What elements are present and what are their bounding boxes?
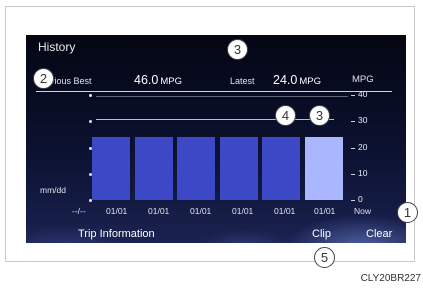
y-tick-label: 0 xyxy=(358,194,363,204)
history-bar xyxy=(92,136,130,200)
y-axis-unit: MPG xyxy=(352,74,374,85)
history-bar xyxy=(177,136,215,200)
latest-bar xyxy=(304,136,343,200)
y-tick-label: 10 xyxy=(358,167,368,178)
callout-2: 2 xyxy=(33,68,54,89)
y-tick-label: 40 xyxy=(358,89,368,99)
y-tick-mark xyxy=(351,95,355,96)
figure-caption: CLY20BR227 xyxy=(360,273,421,284)
x-tick-label: 01/01 xyxy=(274,206,296,216)
y-tick-mark xyxy=(351,173,355,175)
latest-value: 24.0 MPG xyxy=(273,73,321,87)
history-screen: History Previous Best 46.0 MPG Latest 24.… xyxy=(26,35,406,243)
screen-title: History xyxy=(38,40,76,54)
x-tick-label: 01/01 xyxy=(148,206,170,216)
x-tick-label: --/-- xyxy=(72,206,86,216)
x-tick-label: Now xyxy=(354,206,372,216)
guide-line xyxy=(96,119,334,121)
y-tick-mark xyxy=(351,121,355,123)
x-tick-label: 01/01 xyxy=(190,206,212,216)
x-tick-label: 01/01 xyxy=(232,206,254,216)
latest-unit: MPG xyxy=(299,76,321,87)
grid-dot xyxy=(89,94,92,97)
callout-3-top: 3 xyxy=(227,39,248,60)
x-tick-label: 01/01 xyxy=(106,206,128,216)
y-tick-label: 30 xyxy=(358,115,368,126)
history-bar xyxy=(134,136,173,200)
trip-information-button[interactable]: Trip Information xyxy=(78,228,155,240)
callout-1: 1 xyxy=(397,202,418,223)
callout-3-side: 3 xyxy=(309,105,330,126)
callout-4: 4 xyxy=(275,105,296,126)
y-tick-mark xyxy=(351,200,355,201)
x-axis-date-label: mm/dd xyxy=(40,185,66,195)
previous-best-line xyxy=(96,96,348,97)
previous-best-value: 46.0 MPG xyxy=(134,73,182,87)
y-tick-label: 20 xyxy=(358,141,368,152)
previous-best-unit: MPG xyxy=(160,76,182,87)
latest-label: Latest xyxy=(230,76,255,86)
history-bar xyxy=(219,136,258,200)
callout-5: 5 xyxy=(314,247,335,268)
latest-number: 24.0 xyxy=(273,73,298,87)
clear-button[interactable]: Clear xyxy=(366,228,392,240)
grid-dot xyxy=(89,120,92,124)
x-tick-label: 01/01 xyxy=(314,206,336,216)
previous-best-number: 46.0 xyxy=(134,73,159,87)
clip-button[interactable]: Clip xyxy=(312,228,331,240)
header-rule xyxy=(36,91,392,92)
history-bar xyxy=(262,136,300,200)
y-tick-mark xyxy=(351,147,355,149)
